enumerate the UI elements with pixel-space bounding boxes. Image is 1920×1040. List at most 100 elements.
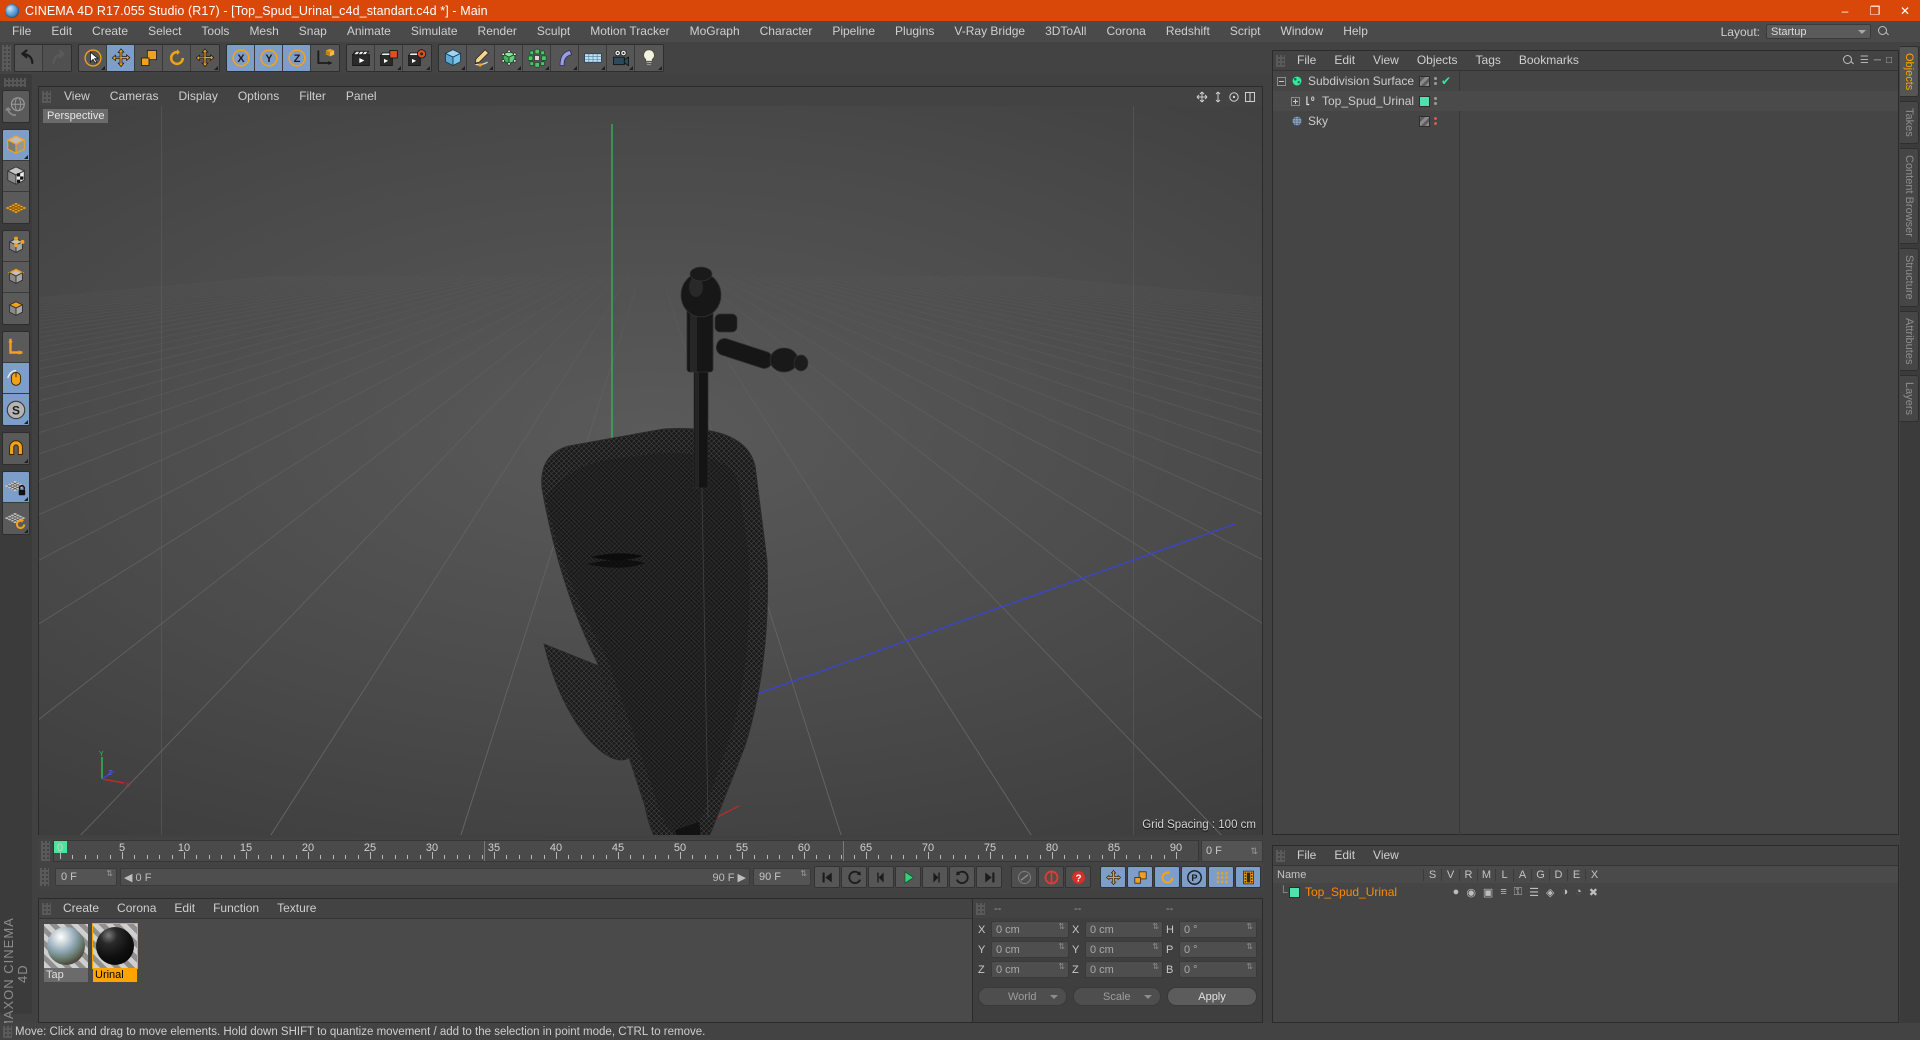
record-pla-button[interactable]: [1208, 866, 1234, 888]
layer-menu-view[interactable]: View: [1364, 846, 1408, 865]
material-menu-function[interactable]: Function: [204, 899, 268, 918]
texture-mode-button[interactable]: [3, 192, 29, 223]
object-menu-objects[interactable]: Objects: [1408, 51, 1467, 70]
menu-item-mesh[interactable]: Mesh: [239, 21, 288, 42]
check-icon[interactable]: ✔: [1441, 74, 1451, 88]
layer-column-a[interactable]: A: [1513, 868, 1531, 881]
enable-axis-button[interactable]: [3, 332, 29, 363]
preview-range-scrubber[interactable]: ◀ 0 F 90 F ▶: [120, 868, 750, 886]
record-scale-button[interactable]: [1127, 866, 1153, 888]
object-list[interactable]: Subdivision Surface ✔ 0 Top_Spud_Urinal Sky: [1273, 70, 1898, 835]
dropdown-corner-icon[interactable]: [397, 66, 401, 70]
spinner-icon[interactable]: ⇅: [106, 870, 113, 878]
camera-button[interactable]: [607, 45, 635, 71]
layout-select[interactable]: Startup: [1766, 24, 1871, 39]
menu-item-character[interactable]: Character: [750, 21, 823, 42]
render-view-button[interactable]: [347, 45, 375, 71]
render-settings-button[interactable]: [403, 45, 431, 71]
preview-end-field[interactable]: 90 F ⇅: [753, 868, 811, 886]
expander-plus-icon[interactable]: [1291, 96, 1300, 106]
texture-tag-icon[interactable]: [1419, 75, 1430, 87]
dropdown-corner-icon[interactable]: [101, 66, 105, 70]
viewport-3d[interactable]: Perspective Y X Z Grid Spacing: 100 cm: [39, 106, 1262, 835]
record-active-objects-button[interactable]: [1038, 866, 1064, 888]
coordinate-size-input[interactable]: 0 cm ⇅: [1085, 961, 1163, 978]
menu-item-mograph[interactable]: MoGraph: [680, 21, 750, 42]
apply-button[interactable]: Apply: [1167, 987, 1257, 1006]
dropdown-corner-icon[interactable]: [517, 66, 521, 70]
dropdown-corner-icon[interactable]: [24, 420, 28, 424]
layer-generators-icon[interactable]: ◈: [1546, 886, 1554, 899]
vertical-tab-layers[interactable]: Layers: [1900, 375, 1919, 423]
layer-column-x[interactable]: X: [1585, 868, 1603, 881]
step-forward-button[interactable]: [922, 866, 948, 888]
keyframe-selection-button[interactable]: ?: [1065, 866, 1091, 888]
dropdown-corner-icon[interactable]: [214, 66, 218, 70]
material-menu-edit[interactable]: Edit: [165, 899, 204, 918]
generator-nurbs-button[interactable]: [495, 45, 523, 71]
layer-row[interactable]: └ Top_Spud_Urinal ● ◉ ▣ ≡ ⚿ ☰ ◈ ◑ ◔ ✖: [1273, 883, 1898, 901]
object-menu-file[interactable]: File: [1288, 51, 1325, 70]
layer-xref-icon[interactable]: ✖: [1589, 886, 1598, 899]
move-view-icon[interactable]: [1196, 91, 1208, 103]
material-menu-create[interactable]: Create: [54, 899, 108, 918]
material-swatch[interactable]: Urinal: [92, 923, 138, 982]
coordinate-mode-select[interactable]: Scale: [1072, 987, 1161, 1006]
layer-manager-icon[interactable]: ≡: [1500, 886, 1506, 899]
coordinate-system-select[interactable]: World: [978, 987, 1067, 1006]
menu-item-file[interactable]: File: [2, 21, 41, 42]
object-menu-view[interactable]: View: [1364, 51, 1408, 70]
menu-item-simulate[interactable]: Simulate: [401, 21, 468, 42]
visibility-dots-icon[interactable]: [1434, 77, 1437, 85]
spline-pen-button[interactable]: [467, 45, 495, 71]
menu-item-v-ray-bridge[interactable]: V-Ray Bridge: [944, 21, 1035, 42]
go-to-end-button[interactable]: [976, 866, 1002, 888]
layer-column-r[interactable]: R: [1459, 868, 1477, 881]
mograph-cloner-button[interactable]: [523, 45, 551, 71]
visibility-dots-icon[interactable]: [1434, 117, 1437, 125]
object-name-cell[interactable]: Sky: [1273, 114, 1328, 128]
go-to-start-button[interactable]: [814, 866, 840, 888]
menu-item-3dtoall[interactable]: 3DToAll: [1035, 21, 1096, 42]
vertical-tab-takes[interactable]: Takes: [1900, 101, 1919, 145]
material-swatch[interactable]: Tap: [44, 924, 88, 982]
dropdown-corner-icon[interactable]: [489, 66, 493, 70]
previous-key-button[interactable]: [841, 866, 867, 888]
dropdown-corner-icon[interactable]: [24, 155, 28, 159]
menu-item-window[interactable]: Window: [1271, 21, 1334, 42]
menu-item-edit[interactable]: Edit: [41, 21, 82, 42]
workplane-button[interactable]: S: [3, 394, 29, 425]
menu-item-redshift[interactable]: Redshift: [1156, 21, 1220, 42]
next-key-button[interactable]: [949, 866, 975, 888]
minimize-button[interactable]: –: [1830, 0, 1860, 21]
polygons-mode-button[interactable]: [3, 293, 29, 324]
object-name-cell[interactable]: 0 Top_Spud_Urinal: [1273, 94, 1414, 108]
dropdown-corner-icon[interactable]: [461, 66, 465, 70]
spinner-icon[interactable]: ⇅: [1058, 963, 1065, 971]
dropdown-corner-icon[interactable]: [573, 66, 577, 70]
undo-view-button[interactable]: [3, 91, 29, 122]
make-editable-button[interactable]: [3, 130, 29, 161]
step-back-button[interactable]: [868, 866, 894, 888]
filter-icon[interactable]: ☰: [1860, 55, 1869, 66]
menu-item-script[interactable]: Script: [1220, 21, 1271, 42]
magnet-tool-button[interactable]: [3, 433, 29, 464]
scale-view-icon[interactable]: [1212, 91, 1224, 103]
quantize-button[interactable]: [3, 503, 29, 534]
menu-item-snap[interactable]: Snap: [289, 21, 337, 42]
menu-item-select[interactable]: Select: [138, 21, 191, 42]
layer-solo-icon[interactable]: ●: [1453, 886, 1460, 899]
layer-animation-icon[interactable]: ☰: [1529, 886, 1539, 899]
coordinate-rotation-input[interactable]: 0 ° ⇅: [1179, 921, 1257, 938]
layer-column-g[interactable]: G: [1531, 868, 1549, 881]
vertical-tab-content-browser[interactable]: Content Browser: [1900, 148, 1919, 244]
y-axis-lock-button[interactable]: Y: [255, 45, 283, 71]
layer-rows[interactable]: └ Top_Spud_Urinal ● ◉ ▣ ≡ ⚿ ☰ ◈ ◑ ◔ ✖: [1273, 883, 1898, 1022]
layer-column-e[interactable]: E: [1567, 868, 1585, 881]
object-manager-grip[interactable]: [1276, 54, 1285, 67]
dropdown-corner-icon[interactable]: [658, 66, 662, 70]
dropdown-corner-icon[interactable]: [24, 497, 28, 501]
urinal-model[interactable]: [39, 106, 1262, 835]
z-axis-lock-button[interactable]: Z: [283, 45, 311, 71]
move-tool-button[interactable]: [107, 45, 135, 71]
